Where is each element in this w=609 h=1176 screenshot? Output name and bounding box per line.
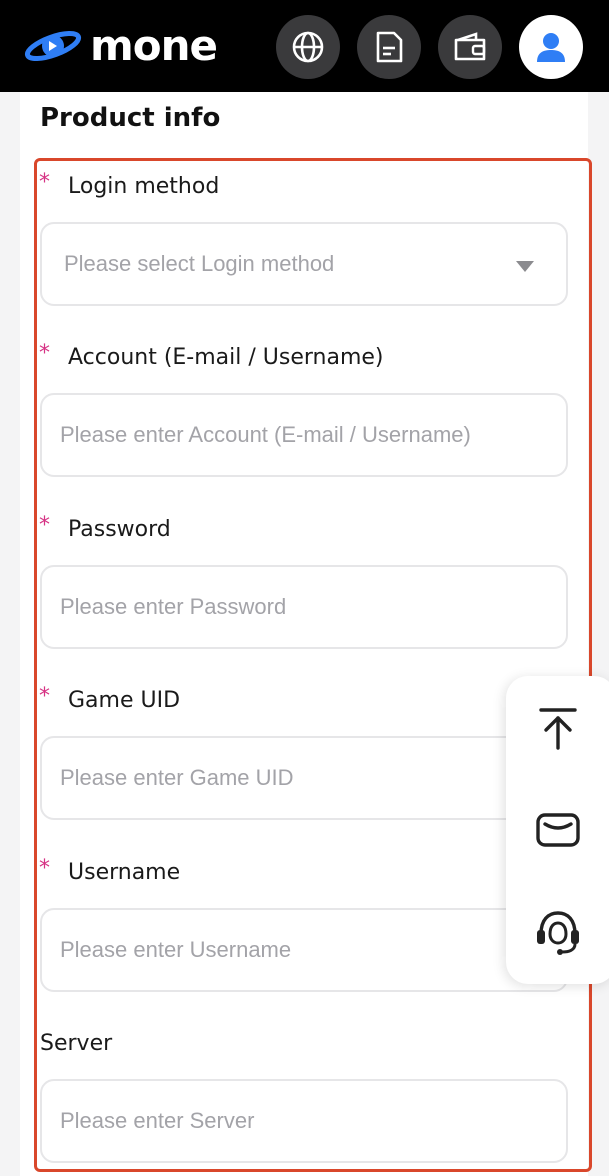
server-label: Server (40, 1031, 113, 1056)
document-icon (376, 31, 403, 63)
user-icon (537, 33, 565, 62)
username-input[interactable]: Please enter Username (40, 908, 568, 992)
game-uid-label: * Game UID (39, 684, 181, 713)
account-label: * Account (E-mail / Username) (39, 341, 384, 370)
game-uid-input[interactable]: Please enter Game UID (40, 736, 568, 820)
login-method-placeholder: Please select Login method (64, 251, 335, 276)
game-uid-placeholder: Please enter Game UID (60, 765, 294, 790)
account-avatar-button[interactable] (519, 15, 583, 79)
mone-logo[interactable]: mone (24, 21, 218, 70)
top-navigation-bar: mone (0, 0, 609, 92)
language-button[interactable] (276, 15, 340, 79)
support-headset-icon (537, 911, 579, 955)
server-placeholder: Please enter Server (60, 1108, 255, 1133)
server-input[interactable]: Please enter Server (40, 1079, 568, 1163)
wallet-button[interactable] (438, 15, 502, 79)
customer-support-button[interactable] (534, 908, 582, 956)
highlighted-form-area (34, 158, 592, 1172)
username-placeholder: Please enter Username (60, 937, 292, 962)
login-method-label: * Login method (39, 170, 220, 199)
password-label: * Password (39, 513, 171, 542)
mail-icon (536, 813, 580, 847)
orders-button[interactable] (357, 15, 421, 79)
logo-icon (24, 30, 82, 62)
logo-text: mone (90, 21, 218, 70)
globe-icon (292, 31, 324, 63)
login-method-select[interactable]: Please select Login method (40, 222, 568, 306)
account-input[interactable]: Please enter Account (E-mail / Username) (40, 393, 568, 477)
required-mark: * (39, 170, 50, 195)
required-mark: * (39, 513, 50, 538)
required-mark: * (39, 341, 50, 366)
account-placeholder: Please enter Account (E-mail / Username) (60, 422, 471, 447)
password-placeholder: Please enter Password (60, 594, 287, 619)
required-mark: * (39, 684, 50, 709)
wallet-icon (454, 32, 486, 61)
chevron-down-icon (516, 261, 534, 272)
section-title: Product info (40, 103, 221, 133)
message-button[interactable] (534, 806, 582, 854)
back-to-top-icon (539, 708, 577, 750)
back-to-top-button[interactable] (534, 704, 582, 752)
username-label: * Username (39, 856, 181, 885)
password-input[interactable]: Please enter Password (40, 565, 568, 649)
floating-action-panel (506, 676, 609, 984)
required-mark: * (39, 856, 50, 881)
